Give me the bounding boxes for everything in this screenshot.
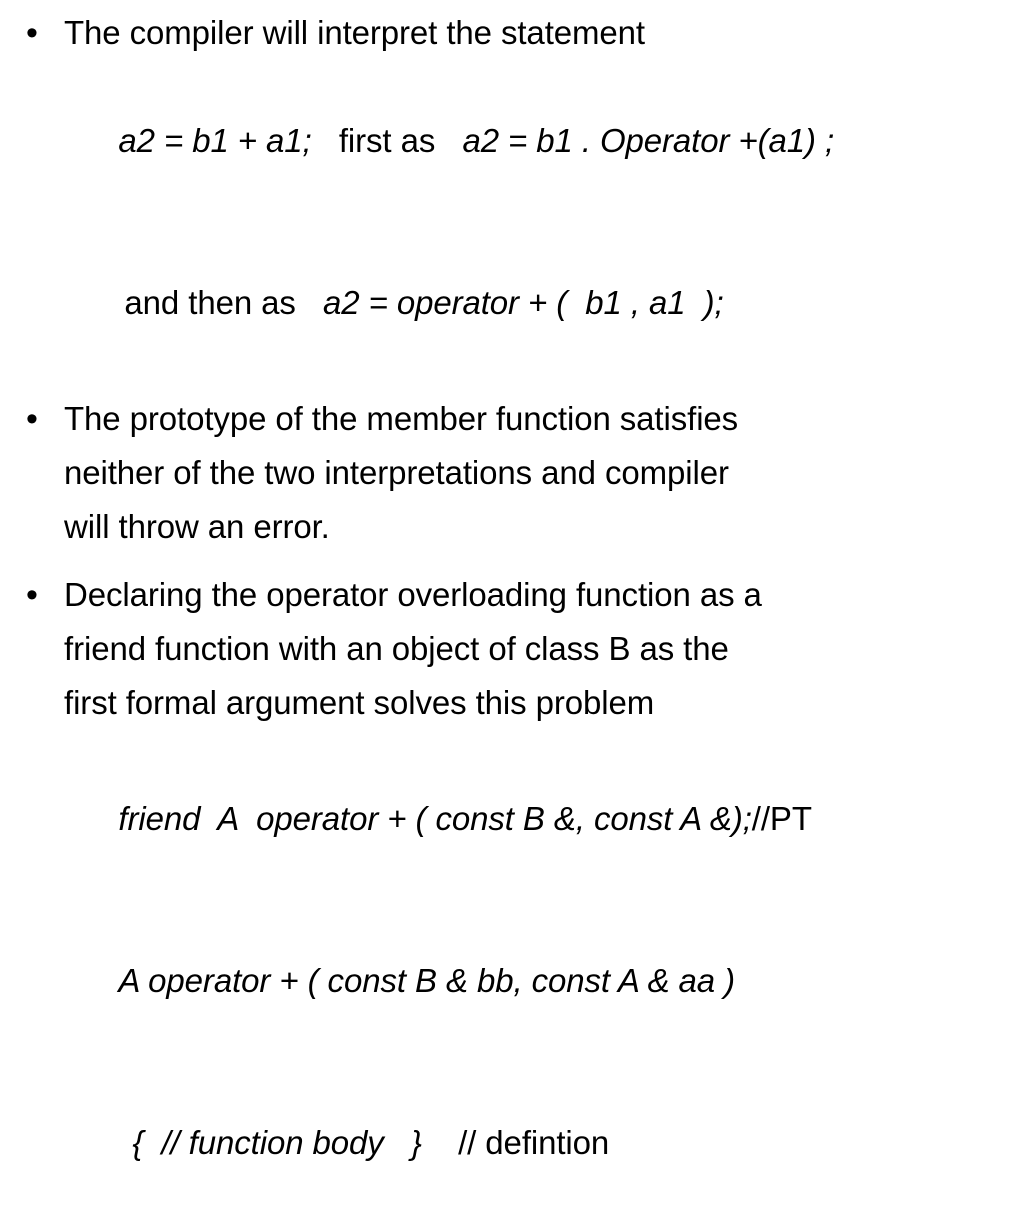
code-fragment-italic: a2 = b1 . Operator +(a1) ;: [462, 122, 835, 159]
bullet-point-icon: •: [26, 400, 38, 438]
bullet-item-label: The prototype of the member function sat…: [64, 400, 739, 437]
bullet-item: • The prototype of the member function s…: [0, 392, 1024, 446]
code-line-friend-declaration: friend A operator + ( const B &, const A…: [0, 738, 1024, 900]
code-line-function-signature: A operator + ( const B & bb, const A & a…: [0, 900, 1024, 1062]
code-fragment-italic: A operator + ( const B & bb, const A & a…: [118, 962, 736, 999]
code-comment-prototype: //PT: [751, 800, 812, 837]
code-line-statement-interpretation-2: and then as a2 = operator + ( b1 , a1 );: [0, 222, 1024, 384]
bullet-item-continuation: will throw an error.: [64, 508, 330, 545]
code-line-function-body: { // function body } // defintion: [0, 1062, 1024, 1224]
bullet-item-continuation: friend function with an object of class …: [64, 630, 729, 667]
bullet-item: • Declaring the operator overloading fun…: [0, 568, 1024, 622]
bullet-item-continuation: first formal argument solves this proble…: [64, 684, 655, 721]
code-line-statement-interpretation-1: a2 = b1 + a1; first as a2 = b1 . Operato…: [0, 60, 1024, 222]
code-fragment-italic: friend A operator + ( const B &, const A…: [118, 800, 752, 837]
code-comment-definition: // defintion: [421, 1124, 610, 1161]
bullet-item-continuation: neither of the two interpretations and c…: [64, 454, 729, 491]
code-fragment-normal: first as: [311, 122, 463, 159]
bullet-point-icon: •: [26, 576, 38, 614]
bullet-item-label: Declaring the operator overloading funct…: [64, 576, 762, 613]
code-fragment-italic: a2 = operator + ( b1 , a1 );: [323, 284, 724, 321]
bullet-item-label: The compiler will interpret the statemen…: [64, 14, 645, 51]
slide-canvas: • The compiler will interpret the statem…: [0, 0, 1024, 1161]
slide-content-body: • The compiler will interpret the statem…: [0, 6, 1024, 1224]
bullet-point-icon: •: [26, 14, 38, 52]
code-fragment-italic: a2 = b1 + a1;: [118, 122, 312, 159]
bullet-item: • The compiler will interpret the statem…: [0, 6, 1024, 60]
code-fragment-italic: { // function body }: [132, 1124, 422, 1161]
code-fragment-normal: and then as: [124, 284, 324, 321]
